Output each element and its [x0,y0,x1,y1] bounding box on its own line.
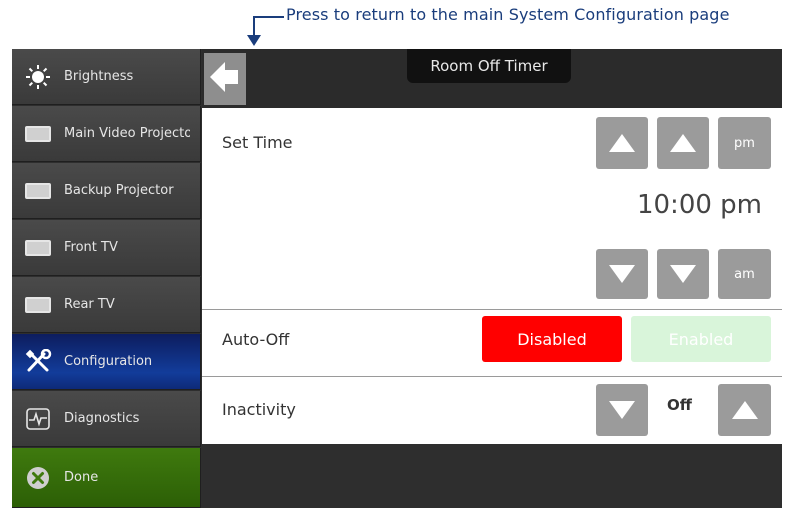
sidebar-item-label: Front TV [64,240,118,255]
arrow-down-icon [609,401,635,419]
arrow-down-icon [670,265,696,283]
page-title: Room Off Timer [407,49,571,83]
sidebar-item-label: Done [64,470,99,485]
hour-up-button[interactable] [596,117,648,169]
sidebar-item-done[interactable]: Done [12,448,201,508]
sidebar-item-label: Configuration [64,354,153,369]
callout-leader-vertical [253,16,255,36]
auto-off-label: Auto-Off [222,330,290,349]
pulse-icon [22,407,54,430]
row-divider [202,376,782,377]
pm-button[interactable]: pm [718,117,771,169]
sidebar-item-brightness[interactable]: Brightness [12,49,201,105]
inactivity-label: Inactivity [222,400,296,419]
hour-down-button[interactable] [596,249,648,299]
callout-leader-line [253,16,284,18]
sidebar-item-configuration[interactable]: Configuration [12,334,201,390]
set-time-label: Set Time [222,133,293,152]
close-circle-icon [22,466,54,490]
sidebar-item-backup-projector[interactable]: Backup Projector [12,163,201,219]
sidebar-item-label: Main Video Projector [64,126,190,141]
callout-text: Press to return to the main System Confi… [286,5,730,24]
display-icon [22,125,54,142]
sun-icon [22,64,54,90]
settings-panel: Set Time pm 10:00 pm am Auto-Off Disable… [202,108,782,444]
sidebar-item-label: Brightness [64,69,134,84]
back-button[interactable] [204,53,246,105]
footer-area [202,444,782,508]
inactivity-up-button[interactable] [718,384,771,436]
arrow-left-icon [210,60,240,98]
sidebar-item-label: Backup Projector [64,183,174,198]
sidebar-item-label: Rear TV [64,297,115,312]
arrow-up-icon [609,134,635,152]
arrow-up-icon [670,134,696,152]
sidebar-item-diagnostics[interactable]: Diagnostics [12,391,201,447]
arrow-down-icon [609,265,635,283]
sidebar-item-label: Diagnostics [64,411,140,426]
display-icon [22,239,54,256]
display-icon [22,182,54,199]
arrow-up-icon [731,401,758,419]
tools-icon [22,348,54,375]
minute-down-button[interactable] [657,249,709,299]
display-icon [22,296,54,313]
inactivity-down-button[interactable] [596,384,648,436]
minute-up-button[interactable] [657,117,709,169]
inactivity-value: Off [667,396,692,414]
auto-off-disabled-button[interactable]: Disabled [482,316,622,362]
sidebar: Brightness Main Video Projector Backup P… [12,49,202,508]
touch-panel: Brightness Main Video Projector Backup P… [12,49,782,508]
sidebar-item-rear-tv[interactable]: Rear TV [12,277,201,333]
row-divider [202,309,782,310]
header-bar: Room Off Timer [202,49,782,108]
callout-arrow-icon [247,35,261,46]
am-button[interactable]: am [718,249,771,299]
time-display: 10:00 pm [636,190,762,220]
sidebar-item-main-video-projector[interactable]: Main Video Projector [12,106,201,162]
auto-off-enabled-button[interactable]: Enabled [631,316,771,362]
sidebar-item-front-tv[interactable]: Front TV [12,220,201,276]
